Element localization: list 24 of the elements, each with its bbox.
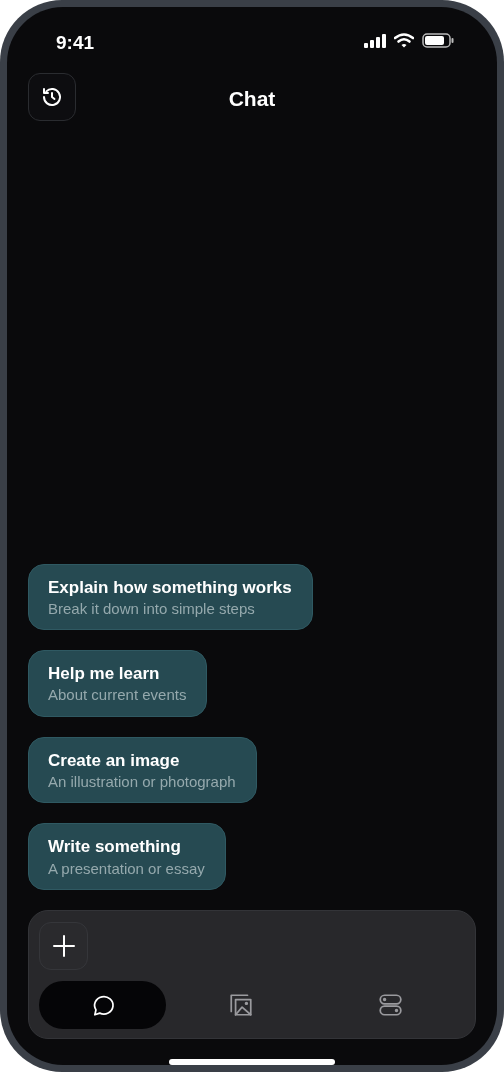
history-icon <box>40 85 64 109</box>
suggestion-subtitle: Break it down into simple steps <box>48 598 256 619</box>
suggestion-chip[interactable]: Help me learn About current events <box>28 650 208 717</box>
wifi-icon <box>394 33 414 48</box>
screen-title: Chat <box>228 86 276 112</box>
status-time: 9:41 <box>56 31 95 55</box>
suggestion-title: Create an image <box>48 749 181 772</box>
image-stack-icon <box>227 992 254 1018</box>
toggles-icon <box>377 992 404 1018</box>
signal-icon <box>364 33 386 48</box>
suggestion-title: Write something <box>48 836 182 859</box>
suggestion-subtitle: A presentation or essay <box>48 858 205 878</box>
plus-icon <box>52 935 75 957</box>
suggestion-chip[interactable]: Write something A presentation or essay <box>28 823 226 890</box>
suggestion-title: Help me learn <box>48 663 161 686</box>
mode-tab[interactable] <box>39 981 166 1029</box>
suggestion-title: Explain how something works <box>48 576 292 599</box>
suggestion-subtitle: About current events <box>48 685 187 705</box>
history-button[interactable] <box>28 73 76 121</box>
suggestion-subtitle: An illustration or photograph <box>48 771 236 792</box>
suggestion-chip[interactable]: Explain how something works Break it down into simple steps <box>28 563 313 631</box>
suggestion-chip[interactable]: Create an image An illustration or photograph <box>28 736 257 804</box>
battery-icon <box>422 33 454 48</box>
add-button[interactable] <box>39 922 88 970</box>
